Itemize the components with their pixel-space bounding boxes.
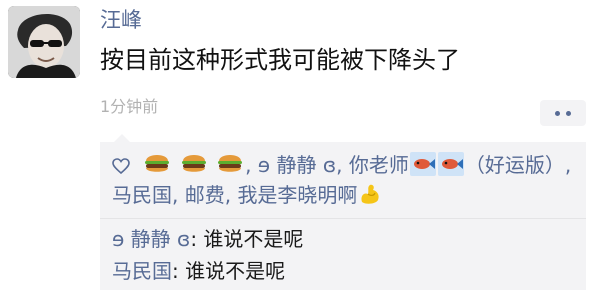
liker-name[interactable]: 马民国	[112, 183, 172, 207]
hamburger-emoji	[145, 155, 170, 172]
more-dots-icon	[566, 110, 571, 116]
comment-row[interactable]: ɘ 静静 ɞ: 谁说不是呢	[112, 226, 303, 252]
liker-name[interactable]: ɘ 静静 ɞ	[258, 153, 336, 177]
post-text: 按目前这种形式我可能被下降头了	[100, 46, 460, 74]
comment-author[interactable]: 马民国	[112, 259, 172, 283]
avatar-photo	[8, 6, 80, 78]
liker-name-text: 我是李晓明啊	[237, 183, 358, 207]
comment-box-caret	[114, 134, 130, 142]
likes-separator: ,	[224, 183, 238, 207]
liker-name[interactable]: 邮费	[185, 183, 225, 207]
likes-separator: ,	[564, 153, 572, 177]
post-timestamp: 1分钟前	[100, 97, 159, 116]
likes-separator: ,	[336, 153, 349, 177]
more-dots-icon	[555, 110, 560, 116]
liker-name-text: 你老师	[348, 153, 409, 177]
heart-outline-icon	[112, 158, 130, 174]
comment-text: : 谁说不是呢	[190, 227, 304, 251]
comment-author[interactable]: ɘ 静静 ɞ	[112, 227, 190, 251]
likes-list: , ɘ 静静 ɞ, 你老师 （好运版）, 马民国, 邮费, 我是李晓明啊	[112, 150, 580, 210]
liker-name[interactable]: 我是李晓明啊	[237, 183, 383, 207]
comment-box: , ɘ 静静 ɞ, 你老师 （好运版）, 马民国, 邮费, 我是李晓明啊 ɘ 静…	[100, 134, 586, 290]
hamburger-emoji	[181, 155, 206, 172]
liker-name-suffix: （好运版）	[464, 153, 565, 177]
comment-text: : 谁说不是呢	[172, 259, 286, 283]
post-author-name[interactable]: 汪峰	[100, 10, 142, 31]
flexed-biceps-emoji	[361, 184, 380, 204]
liker-name[interactable]: 你老师 （好运版）	[348, 152, 565, 177]
comment-row[interactable]: 马民国: 谁说不是呢	[112, 258, 285, 284]
likes-separator: ,	[172, 183, 185, 207]
fish-emoji	[409, 152, 436, 176]
avatar[interactable]	[8, 6, 80, 78]
hamburger-emoji	[218, 155, 243, 172]
likes-separator: ,	[245, 153, 258, 177]
more-actions-button[interactable]	[540, 100, 586, 126]
comment-divider	[100, 218, 586, 219]
fish-emoji	[437, 152, 464, 176]
